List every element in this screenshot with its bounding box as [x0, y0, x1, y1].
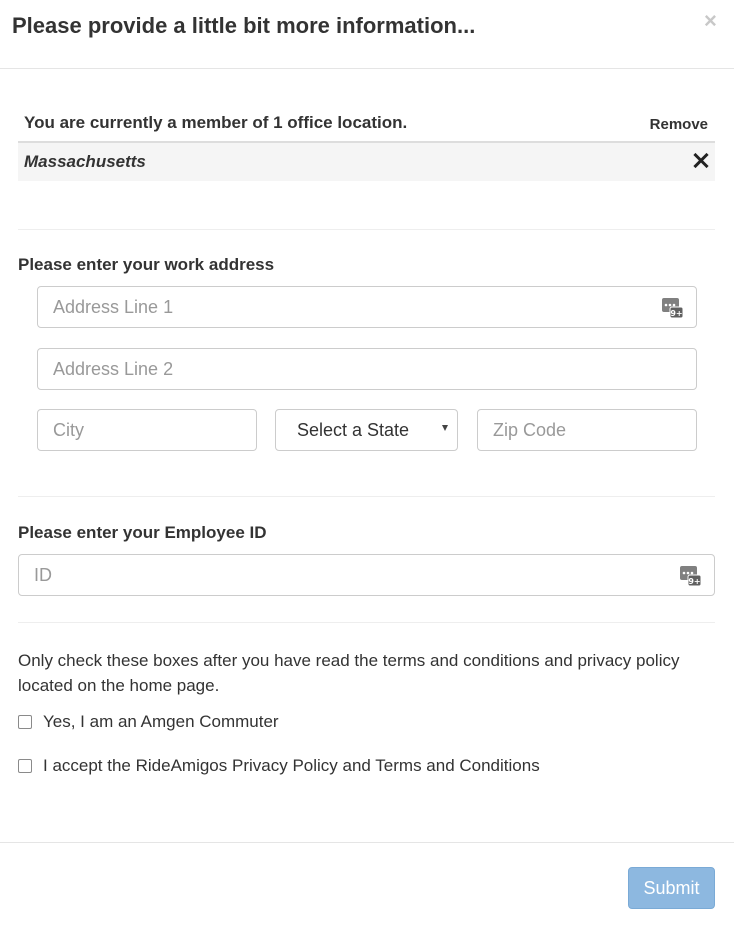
divider [18, 622, 715, 623]
state-select-value: Select a State [297, 420, 410, 440]
location-name: Massachusetts [24, 152, 146, 171]
divider [18, 496, 715, 497]
city-input[interactable] [38, 410, 256, 450]
close-icon[interactable]: × [704, 8, 717, 34]
state-select[interactable]: Select a State [275, 409, 458, 451]
zip-input[interactable] [478, 410, 696, 450]
terms-note: Only check these boxes after you have re… [18, 651, 680, 695]
employee-id-field: 9+ [18, 554, 715, 596]
employee-id-input[interactable] [19, 555, 714, 595]
commuter-checkbox-label[interactable]: Yes, I am an Amgen Commuter [43, 711, 279, 733]
svg-text:9+: 9+ [670, 309, 682, 318]
membership-header: You are currently a member of 1 office l… [18, 108, 715, 143]
remove-location-icon[interactable] [693, 150, 709, 170]
privacy-checkbox-label[interactable]: I accept the RideAmigos Privacy Policy a… [43, 755, 540, 777]
membership-text: You are currently a member of 1 office l… [24, 113, 408, 132]
modal-footer-divider [0, 842, 734, 843]
remove-column-label: Remove [649, 116, 708, 133]
chevron-down-icon [442, 425, 448, 431]
autofill-icon[interactable]: 9+ [680, 565, 702, 587]
privacy-checkbox[interactable] [18, 759, 32, 773]
city-field [37, 409, 257, 451]
modal-title: Please provide a little bit more informa… [12, 13, 476, 38]
zip-field [477, 409, 697, 451]
location-row: Massachusetts [18, 143, 715, 181]
svg-text:9+: 9+ [688, 577, 700, 586]
modal-header: Please provide a little bit more informa… [0, 0, 734, 69]
divider [18, 229, 715, 230]
address-line-2-field [37, 348, 697, 390]
address-line-2-input[interactable] [38, 349, 696, 389]
address-line-1-field: 9+ [37, 286, 697, 328]
work-address-label: Please enter your work address [18, 255, 275, 274]
employee-id-label: Please enter your Employee ID [18, 523, 267, 542]
commuter-checkbox[interactable] [18, 715, 32, 729]
autofill-icon[interactable]: 9+ [662, 297, 684, 319]
submit-button[interactable]: Submit [628, 867, 715, 909]
address-line-1-input[interactable] [38, 287, 696, 327]
